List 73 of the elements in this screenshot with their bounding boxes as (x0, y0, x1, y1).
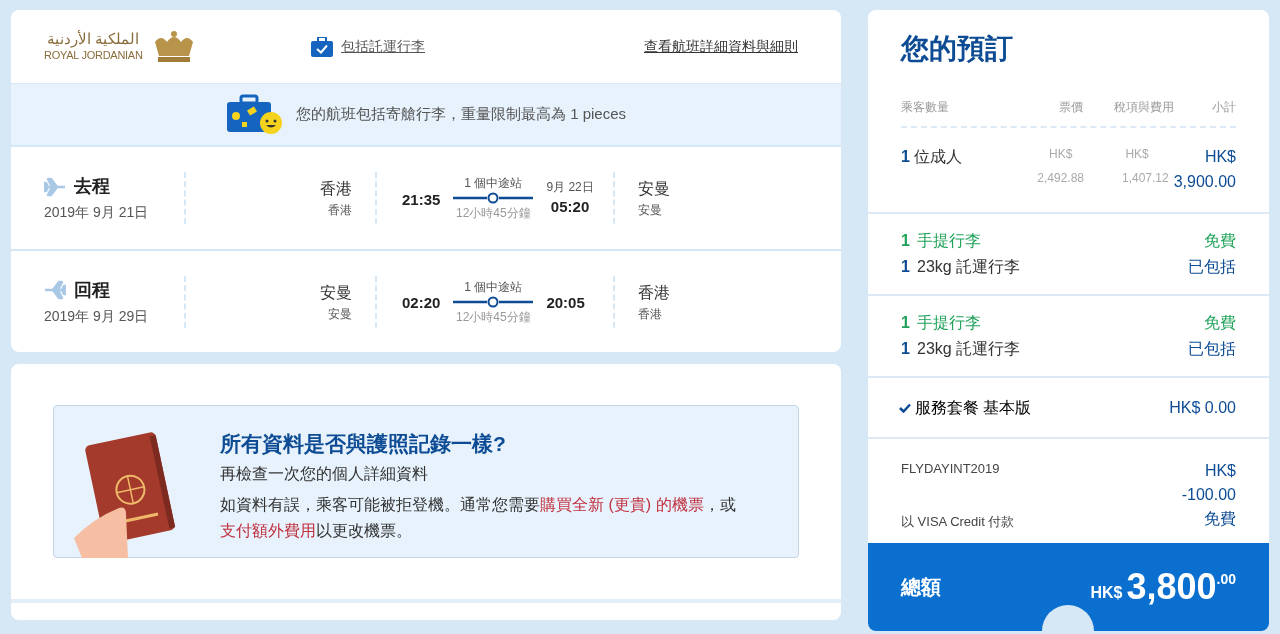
cabin-baggage-label: 手提行李 (917, 313, 981, 333)
notice-link[interactable]: 支付額外費用 (220, 521, 316, 539)
departure-time: 02:20 (402, 293, 441, 314)
promo-code: FLYDAYINT2019 (901, 460, 1001, 478)
baggage-count: 1 (901, 257, 911, 277)
arrival-time: 20:05 (546, 293, 585, 314)
checked-bag-icon (311, 36, 333, 57)
passenger-count: 1 (901, 148, 910, 165)
total-label: 總額 (901, 575, 941, 600)
service-package-price: HK$ 0.00 (1169, 397, 1236, 418)
stops-label: 1 個中途站 (464, 175, 523, 192)
baggage-price: 已包括 (1188, 257, 1236, 277)
total-currency: HK$ (1090, 583, 1123, 603)
origin-city: 香港 (320, 179, 352, 199)
airplane-icon (44, 280, 66, 300)
destination-airport: 安曼 (638, 202, 663, 219)
suitcase-smiley-icon (225, 93, 284, 136)
discount-amount: -100.00 (1181, 485, 1236, 505)
baggage-count: 1 (901, 313, 911, 333)
airplane-icon (44, 176, 66, 197)
tax-amount: 1,407.12 (1122, 170, 1169, 187)
payment-fee: 免費 (1204, 509, 1236, 529)
flight-duration: 12小時45分鐘 (456, 308, 531, 326)
route-line-icon (453, 295, 534, 308)
cabin-baggage-label: 手提行李 (917, 231, 981, 251)
origin-airport: 香港 (328, 202, 352, 219)
logo-arabic-text: الملكية الأردنية (47, 30, 140, 49)
origin-city: 安曼 (320, 282, 352, 303)
logo-text: ROYAL JORDANIAN (44, 49, 143, 63)
fare-amount: 2,492.88 (1037, 170, 1085, 187)
notice-text: 如資料有誤，乘客可能被拒登機。通常您需要購買全新 (更貴) 的機票，或 支付額外費用以更改機票。 (220, 494, 737, 541)
baggage-price: 已包括 (1188, 339, 1236, 359)
service-package-label: 服務套餐 基本版 (915, 397, 1032, 418)
baggage-allowance-text: 您的航班包括寄艙行李，重量限制最高為 1 pieces (295, 104, 626, 125)
subtotal-currency: HK$ (1204, 147, 1236, 167)
fare-currency: HK$ (1049, 146, 1073, 163)
flight-details-link[interactable]: 查看航班詳細資料與細則 (644, 36, 798, 57)
column-header: 稅項與費用 (1112, 99, 1175, 116)
discount-currency: HK$ (1204, 461, 1236, 481)
notice-title: 所有資料是否與護照記錄一樣? (220, 431, 507, 457)
column-header: 乘客數量 (901, 99, 950, 116)
subtotal-amount: 3,900.00 (1173, 172, 1236, 192)
arrival-date: 9月 22日 (546, 178, 594, 196)
destination-airport: 香港 (638, 305, 663, 323)
baggage-link[interactable]: 包括託運行李 (341, 36, 425, 57)
baggage-count: 1 (901, 339, 911, 359)
destination-city: 安曼 (638, 179, 670, 199)
trip-direction: 回程 (74, 278, 110, 302)
column-header: 票價 (1058, 99, 1084, 116)
checked-baggage-label: 23kg 託運行李 (917, 257, 1021, 277)
notice-subtitle: 再檢查一次您的個人詳細資料 (220, 463, 429, 484)
destination-city: 香港 (638, 282, 670, 303)
arrival-time: 05:20 (550, 196, 590, 217)
total-amount: 3,800 (1126, 569, 1217, 605)
column-header: 小計 (1211, 99, 1236, 116)
route-line-icon (453, 192, 534, 204)
origin-airport: 安曼 (328, 305, 352, 323)
trip-direction: 去程 (74, 175, 110, 198)
stops-label: 1 個中途站 (464, 278, 523, 296)
flight-date: 2019年 9月 21日 (44, 203, 150, 222)
booking-title: 您的預訂 (901, 32, 1014, 66)
flight-date: 2019年 9月 29日 (44, 306, 150, 326)
total-cents: .00 (1216, 570, 1236, 587)
notice-link[interactable]: 購買全新 (更貴) 的機票 (540, 495, 704, 513)
payment-method: 以 VISA Credit 付款 (901, 512, 1015, 531)
checked-baggage-label: 23kg 託運行李 (917, 339, 1021, 359)
baggage-count: 1 (901, 231, 911, 251)
tax-currency: HK$ (1125, 146, 1149, 163)
passenger-type: 位成人 (914, 148, 963, 165)
flight-duration: 12小時45分鐘 (456, 205, 531, 222)
baggage-price: 免費 (1204, 231, 1236, 251)
baggage-price: 免費 (1204, 313, 1236, 333)
departure-time: 21:35 (402, 189, 441, 210)
